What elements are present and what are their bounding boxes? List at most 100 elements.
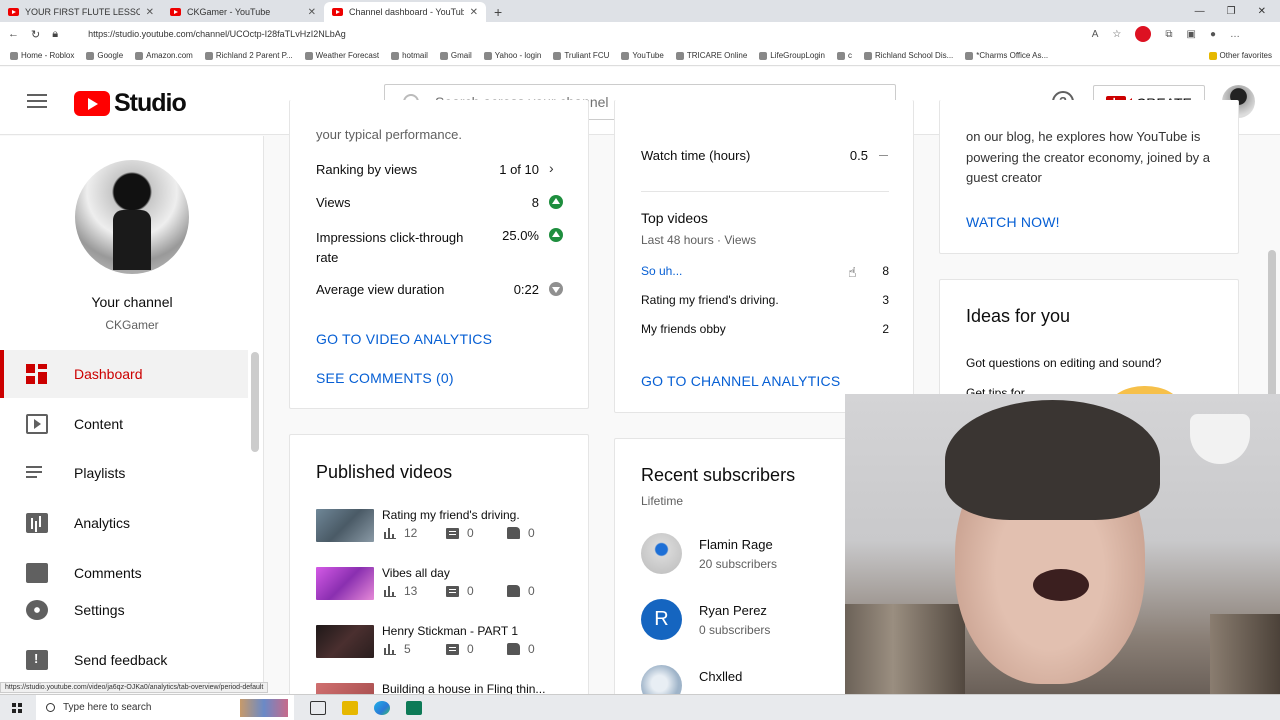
sidebar-scrollbar[interactable] <box>251 352 259 452</box>
channel-avatar[interactable] <box>75 160 189 274</box>
bookmark-item[interactable]: Yahoo - login <box>483 51 541 60</box>
video-stats: 13 <box>384 584 417 598</box>
menu-icon[interactable] <box>27 94 47 108</box>
close-window-icon[interactable]: ✕ <box>1258 6 1266 17</box>
bookmark-item[interactable]: YouTube <box>621 51 664 60</box>
subscriber-count: 20 subscribers <box>699 557 778 571</box>
windows-start-icon[interactable] <box>12 702 22 713</box>
dashboard-icon <box>26 364 48 384</box>
recent-subscribers-subtitle: Lifetime <box>641 494 684 508</box>
close-tab-icon[interactable]: ✕ <box>308 7 316 18</box>
minimize-icon[interactable]: — <box>1195 6 1205 17</box>
video-thumbnail[interactable] <box>316 625 374 658</box>
taskbar-search[interactable]: Type here to search <box>36 694 294 720</box>
metric-value: 1 of 10 <box>499 162 539 177</box>
bookmark-item[interactable]: c <box>837 51 852 60</box>
bookmark-item[interactable]: *Charms Office As... <box>965 51 1048 60</box>
bookmark-item[interactable]: hotmail <box>391 51 428 60</box>
bookmark-item[interactable]: Richland School Dis... <box>864 51 953 60</box>
see-comments-link[interactable]: SEE COMMENTS (0) <box>316 370 454 386</box>
sidebar-item-analytics[interactable]: Analytics <box>0 499 248 547</box>
top-video-views: 3 <box>882 293 889 307</box>
video-stats: 0 <box>507 526 535 540</box>
video-title[interactable]: Henry Stickman - PART 1 <box>382 624 518 638</box>
video-thumbnail[interactable] <box>316 509 374 542</box>
bookmark-item[interactable]: Amazon.com <box>135 51 193 60</box>
video-title[interactable]: Rating my friend's driving. <box>382 508 520 522</box>
subscriber-avatar[interactable] <box>641 665 682 695</box>
bookmark-item[interactable]: Google <box>86 51 123 60</box>
sidebar-item-send-feedback[interactable]: Send feedback <box>0 636 248 684</box>
close-tab-icon[interactable]: ✕ <box>470 7 478 18</box>
top-video-title[interactable]: My friends obby <box>641 322 726 336</box>
thumbs-up-icon <box>507 585 520 597</box>
sidebar-item-dashboard[interactable]: Dashboard <box>0 350 248 398</box>
video-likes: 0 <box>528 642 535 656</box>
video-title[interactable]: Vibes all day <box>382 566 450 580</box>
analytics-icon <box>26 513 48 533</box>
watch-now-link[interactable]: WATCH NOW! <box>966 214 1060 230</box>
refresh-icon[interactable]: ↻ <box>31 28 40 41</box>
windows-taskbar: Type here to search <box>0 694 1280 720</box>
new-tab-button[interactable]: + <box>486 4 510 22</box>
video-comments: 0 <box>467 584 474 598</box>
top-video-title[interactable]: Rating my friend's driving. <box>641 293 779 307</box>
sidebar-item-content[interactable]: Content <box>0 400 248 448</box>
file-explorer-icon[interactable] <box>342 700 358 715</box>
collections-icon[interactable]: ▣ <box>1187 29 1196 40</box>
back-icon[interactable]: ← <box>8 28 19 40</box>
chevron-right-icon[interactable]: › <box>549 160 554 176</box>
profile-icon[interactable]: ● <box>1210 29 1216 40</box>
subscriber-name[interactable]: Chxlled <box>699 669 742 684</box>
close-tab-icon[interactable]: ✕ <box>146 7 154 18</box>
read-aloud-icon[interactable]: A <box>1092 29 1099 40</box>
comment-icon <box>446 527 459 539</box>
subscriber-avatar[interactable]: R <box>641 599 682 640</box>
url-field[interactable]: https://studio.youtube.com/channel/UCOct… <box>88 29 346 39</box>
video-thumbnail[interactable] <box>316 567 374 600</box>
ideas-title: Ideas for you <box>966 306 1071 326</box>
bookmark-item[interactable]: Weather Forecast <box>304 51 379 60</box>
extension-icon[interactable] <box>1135 26 1152 42</box>
bookmark-item[interactable]: Gmail <box>439 51 472 60</box>
restore-icon[interactable]: ❐ <box>1227 6 1236 17</box>
published-videos-card: Published videos Rating my friend's driv… <box>289 434 589 696</box>
subscriber-name[interactable]: Flamin Rage <box>699 537 773 552</box>
subscriber-avatar[interactable] <box>641 533 682 574</box>
bookmark-item[interactable]: Truliant FCU <box>553 51 609 60</box>
video-comments: 0 <box>467 526 474 540</box>
go-to-channel-analytics-link[interactable]: GO TO CHANNEL ANALYTICS <box>641 373 840 389</box>
recent-subscribers-title: Recent subscribers <box>641 465 796 485</box>
top-video-title[interactable]: So uh... <box>641 264 682 278</box>
bookmark-item[interactable]: Home - Roblox <box>10 51 74 60</box>
browser-tab-3[interactable]: Channel dashboard - YouTube St...✕ <box>324 2 486 22</box>
more-icon[interactable]: … <box>1230 29 1240 40</box>
metric-label[interactable]: Ranking by views <box>316 162 417 177</box>
browser-tab-1[interactable]: YOUR FIRST FLUTE LESSON | The...✕ <box>0 2 162 22</box>
comments-icon <box>26 563 48 583</box>
search-highlight-image <box>240 698 288 717</box>
extensions-icon[interactable]: ⧉ <box>1165 29 1172 40</box>
page-scrollbar[interactable] <box>1268 250 1276 400</box>
go-to-video-analytics-link[interactable]: GO TO VIDEO ANALYTICS <box>316 331 492 347</box>
subscriber-name[interactable]: Ryan Perez <box>699 603 767 618</box>
studio-logo[interactable]: Studio <box>74 89 187 118</box>
published-videos-title: Published videos <box>316 462 453 482</box>
sidebar-item-settings[interactable]: Settings <box>0 586 248 634</box>
youtube-play-icon <box>74 91 110 116</box>
bookmark-item[interactable]: TRICARE Online <box>675 51 747 60</box>
address-bar: ← ↻ 🔒︎ https://studio.youtube.com/channe… <box>0 22 1280 46</box>
video-stats: 0 <box>507 642 535 656</box>
metric-label: Views <box>316 195 351 210</box>
camera-app-icon[interactable] <box>406 700 422 715</box>
browser-tab-2[interactable]: CKGamer - YouTube ✕ <box>162 2 324 22</box>
bookmark-item[interactable]: LifeGroupLogin <box>759 51 825 60</box>
favorite-star-icon[interactable]: ☆ <box>1112 29 1121 40</box>
youtube-favicon-icon <box>8 8 19 16</box>
sidebar-item-playlists[interactable]: Playlists <box>0 449 248 497</box>
bookmark-item[interactable]: Richland 2 Parent P... <box>204 51 293 60</box>
other-favorites[interactable]: Other favorites <box>1208 51 1280 60</box>
mouse-cursor-icon: ☝︎ <box>848 264 857 280</box>
edge-browser-icon[interactable] <box>374 700 390 715</box>
task-view-icon[interactable] <box>310 700 326 715</box>
